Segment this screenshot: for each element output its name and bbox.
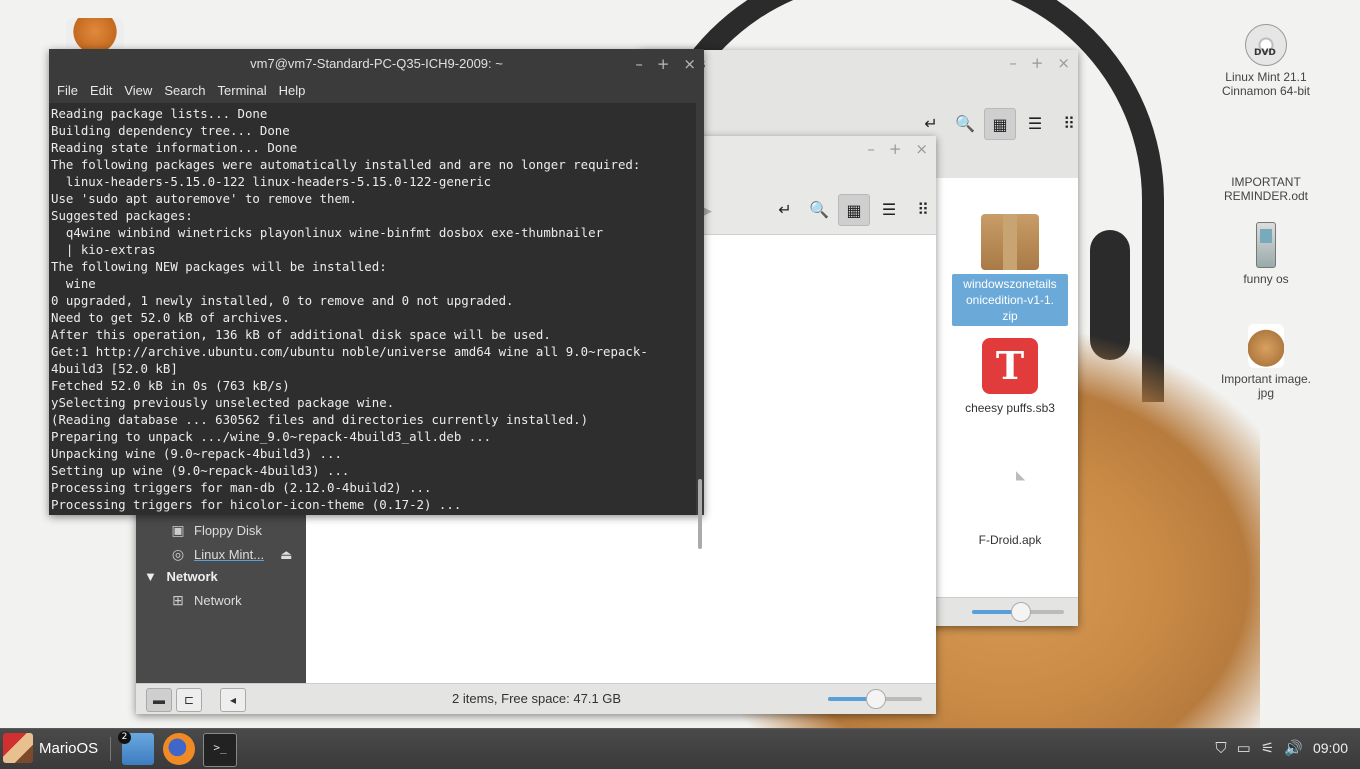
separator <box>110 737 111 761</box>
menu-view[interactable]: View <box>124 79 160 103</box>
maximize-button[interactable]: + <box>657 55 670 73</box>
file-name: cheesy puffs.sb3 <box>965 401 1055 415</box>
view-toolbar: ↵ 🔍 ▦ ☰ ⠿ <box>916 108 1084 140</box>
file-name: windowszonetails onicedition-v1-1. zip <box>952 274 1068 326</box>
menu-file[interactable]: File <box>57 79 86 103</box>
file-name: F-Droid.apk <box>978 533 1042 547</box>
eject-icon[interactable]: ⏏ <box>280 547 292 563</box>
minimize-button[interactable]: – <box>635 55 643 73</box>
start-menu-label: MarioOS <box>39 739 99 757</box>
phone-icon <box>1256 222 1276 268</box>
file-item-sb3[interactable]: T cheesy puffs.sb3 <box>952 338 1068 418</box>
file-item-zip[interactable]: windowszonetails onicedition-v1-1. zip <box>952 214 1068 326</box>
firefox-taskbar-icon[interactable] <box>163 733 195 765</box>
mario-logo-icon <box>3 733 33 763</box>
grid-view-icon[interactable]: ▦ <box>984 108 1016 140</box>
taskbar: MarioOS 2 >_ ⛉ ▭ ⚟ 🔊 09:00 <box>0 728 1360 769</box>
compact-view-icon[interactable]: ⠿ <box>1054 108 1084 138</box>
sidebar-item-floppy-disk[interactable]: ▣ Floppy Disk <box>170 522 262 539</box>
archive-icon <box>981 214 1039 270</box>
show-treeview-button[interactable]: ⊏ <box>176 688 202 712</box>
network-icon: ⊞ <box>172 592 184 608</box>
search-icon[interactable]: 🔍 <box>950 108 980 138</box>
show-places-button[interactable]: ▬ <box>146 688 172 712</box>
collapse-triangle-icon: ▼ <box>144 569 157 584</box>
path-toggle-icon[interactable]: ↵ <box>916 108 946 138</box>
menu-search[interactable]: Search <box>164 79 213 103</box>
menu-bar: File Edit View Search Terminal Help <box>49 79 704 103</box>
menu-edit[interactable]: Edit <box>90 79 120 103</box>
terminal-taskbar-icon[interactable]: >_ <box>203 733 237 767</box>
volume-icon[interactable]: 🔊 <box>1284 739 1303 757</box>
sidebar-item-label: Floppy Disk <box>194 523 262 538</box>
desktop-icon-label: funny os <box>1243 272 1289 286</box>
desktop-icon-label: Cinnamon 64-bit <box>1221 84 1311 98</box>
sidebar-item-linux-mint[interactable]: ◎ Linux Mint... ⏏ <box>170 546 293 563</box>
file-item-apk[interactable]: F-Droid.apk <box>952 530 1068 550</box>
floppy-icon: ▣ <box>171 522 185 538</box>
desktop-icon-funny-os[interactable]: funny os <box>1206 222 1326 286</box>
zoom-slider[interactable] <box>972 602 1064 622</box>
status-bar: ▬ ⊏ ◂ 2 items, Free space: 47.1 GB <box>136 683 936 714</box>
window-count-badge: 2 <box>118 731 131 744</box>
optical-disc-icon: ◎ <box>171 546 185 562</box>
sidebar-section-network[interactable]: ▼ Network <box>144 569 218 584</box>
sidebar-item-network[interactable]: ⊞ Network <box>170 592 242 609</box>
window-controls: – + × <box>1009 54 1070 72</box>
desktop-icon-label: jpg <box>1257 386 1274 400</box>
zoom-slider-handle[interactable] <box>866 689 886 709</box>
search-icon[interactable]: 🔍 <box>804 194 834 224</box>
maximize-button[interactable]: + <box>1031 54 1044 72</box>
desktop-icon-important-image[interactable]: Important image. jpg <box>1206 324 1326 400</box>
shield-icon[interactable]: ⛉ <box>1215 740 1226 757</box>
desktop-icon-important-reminder[interactable]: IMPORTANT REMINDER.odt <box>1206 175 1326 203</box>
desktop-icon-label: IMPORTANT <box>1231 175 1301 189</box>
list-view-icon[interactable]: ☰ <box>1020 108 1050 138</box>
hide-sidebar-button[interactable]: ◂ <box>220 688 246 712</box>
clock[interactable]: 09:00 <box>1313 740 1348 756</box>
grid-view-icon[interactable]: ▦ <box>838 194 870 226</box>
minimize-button[interactable]: – <box>867 140 875 158</box>
desktop-icon-label: Linux Mint 21.1 <box>1225 70 1307 84</box>
path-toggle-icon[interactable]: ↵ <box>770 194 800 224</box>
start-menu-button[interactable]: MarioOS <box>3 733 98 763</box>
close-button[interactable]: × <box>1057 54 1070 72</box>
window-controls: – + × <box>635 55 696 73</box>
network-tray-icon[interactable]: ⚟ <box>1261 739 1274 757</box>
zoom-slider-handle[interactable] <box>1011 602 1031 622</box>
terminal-text: Reading package lists... Done Building d… <box>51 106 648 512</box>
close-button[interactable]: × <box>683 55 696 73</box>
image-icon <box>1248 324 1284 368</box>
menu-help[interactable]: Help <box>279 79 314 103</box>
file-view[interactable]: windowszonetails onicedition-v1-1. zip T… <box>936 178 1078 608</box>
scrollbar[interactable] <box>698 479 702 549</box>
compact-view-icon[interactable]: ⠿ <box>908 194 938 224</box>
scratch-file-icon: T <box>982 338 1038 394</box>
desktop-icon-linux-mint-dvd[interactable]: DVD Linux Mint 21.1 Cinnamon 64-bit <box>1206 24 1326 98</box>
sidebar-item-label: Linux Mint... <box>194 547 265 562</box>
terminal-window[interactable]: vm7@vm7-Standard-PC-Q35-ICH9-2009: ~ – +… <box>49 49 704 549</box>
menu-terminal[interactable]: Terminal <box>218 79 275 103</box>
file-icon-placeholder: ◣ <box>1016 468 1026 482</box>
wallpaper-food-icon <box>66 18 124 52</box>
terminal-output[interactable]: Reading package lists... Done Building d… <box>49 103 696 515</box>
minimize-button[interactable]: – <box>1009 54 1017 72</box>
window-title: vm7@vm7-Standard-PC-Q35-ICH9-2009: ~ <box>49 49 704 79</box>
view-toolbar: ↵ 🔍 ▦ ☰ ⠿ <box>770 194 938 226</box>
close-button[interactable]: × <box>915 140 928 158</box>
status-text: 2 items, Free space: 47.1 GB <box>452 691 622 706</box>
zoom-slider[interactable] <box>828 689 922 709</box>
desktop-icon-label: Important image. <box>1220 372 1312 386</box>
list-view-icon[interactable]: ☰ <box>874 194 904 224</box>
window-controls: – + × <box>867 140 928 158</box>
desktop-icon-label: REMINDER.odt <box>1223 189 1309 203</box>
system-tray: ⛉ ▭ ⚟ 🔊 09:00 <box>1215 739 1348 758</box>
display-icon[interactable]: ▭ <box>1237 739 1251 757</box>
maximize-button[interactable]: + <box>889 140 902 158</box>
dvd-icon: DVD <box>1245 24 1287 66</box>
sidebar-item-label: Network <box>194 593 242 608</box>
